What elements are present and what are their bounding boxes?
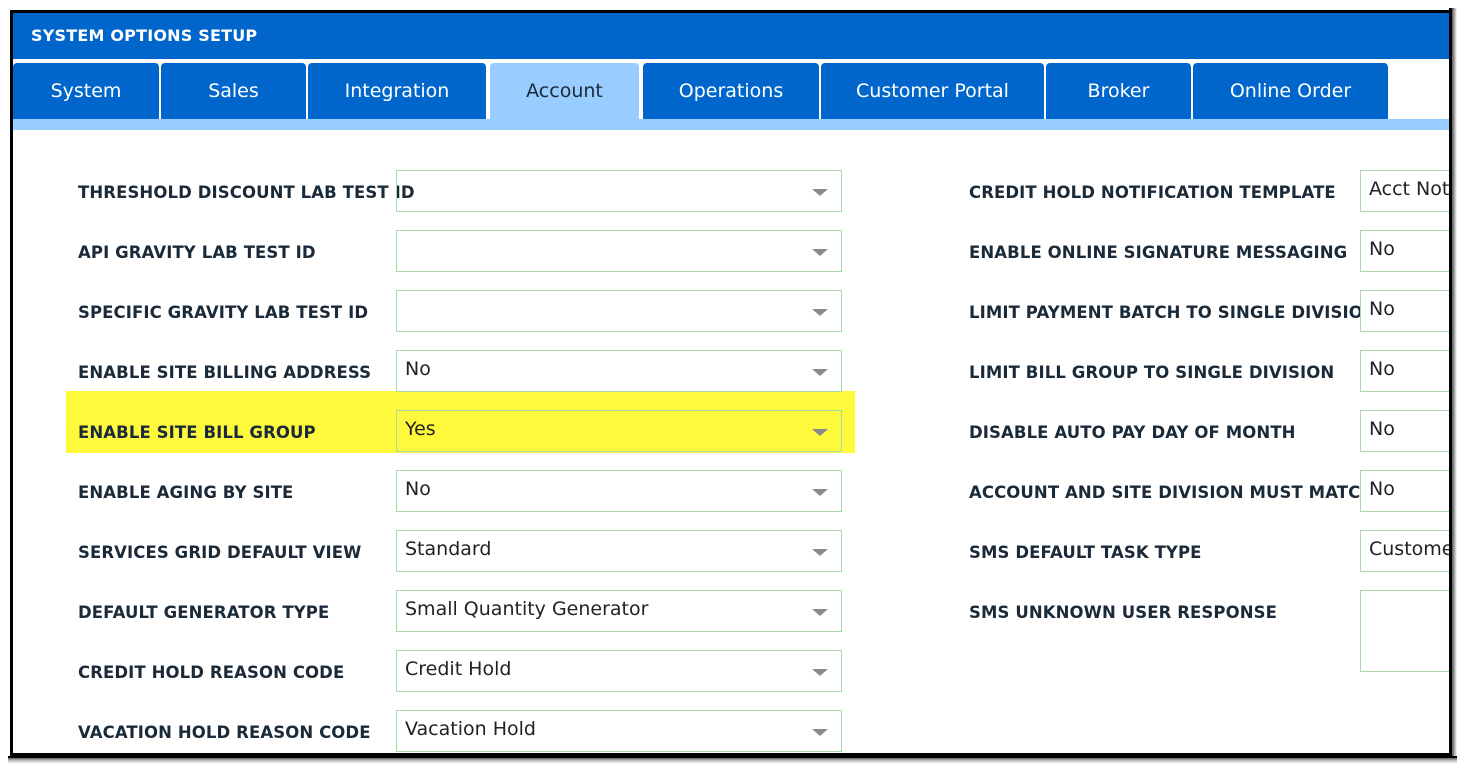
chevron-down-icon	[812, 729, 828, 736]
sms-default-task-type-select[interactable]: Custome	[1360, 530, 1450, 572]
tab-integration[interactable]: Integration	[308, 63, 486, 119]
select-value: Vacation Hold	[405, 718, 536, 740]
chevron-down-icon	[812, 369, 828, 376]
sms-unknown-user-response-textarea[interactable]	[1360, 590, 1450, 672]
tab-underline	[13, 119, 1450, 130]
specific-gravity-lab-test-select[interactable]	[396, 290, 842, 332]
tab-account[interactable]: Account	[490, 63, 639, 119]
credit-hold-notification-template-select[interactable]: Acct Not	[1360, 170, 1450, 212]
chevron-down-icon	[812, 429, 828, 436]
account-options-panel: THRESHOLD DISCOUNT LAB TEST ID API GRAVI…	[13, 130, 1450, 753]
chevron-down-icon	[812, 489, 828, 496]
field-label: ACCOUNT AND SITE DIVISION MUST MATCH	[969, 483, 1375, 502]
system-options-window: SYSTEM OPTIONS SETUP System Sales Integr…	[10, 10, 1450, 756]
select-value: No	[405, 478, 431, 500]
threshold-discount-lab-test-select[interactable]	[396, 170, 842, 212]
select-value: No	[1369, 238, 1395, 260]
services-grid-default-view-select[interactable]: Standard	[396, 530, 842, 572]
field-label: SMS UNKNOWN USER RESPONSE	[969, 603, 1277, 622]
field-label: CREDIT HOLD NOTIFICATION TEMPLATE	[969, 183, 1336, 202]
field-label: ENABLE AGING BY SITE	[78, 483, 294, 502]
field-label: SMS DEFAULT TASK TYPE	[969, 543, 1202, 562]
select-value: No	[1369, 298, 1395, 320]
enable-online-signature-messaging-select[interactable]: No	[1360, 230, 1450, 272]
screenshot-frame: SYSTEM OPTIONS SETUP System Sales Integr…	[0, 0, 1472, 778]
select-value: No	[405, 358, 431, 380]
enable-site-bill-group-select[interactable]: Yes	[396, 410, 842, 452]
api-gravity-lab-test-select[interactable]	[396, 230, 842, 272]
chevron-down-icon	[812, 669, 828, 676]
credit-hold-reason-code-select[interactable]: Credit Hold	[396, 650, 842, 692]
field-label: ENABLE SITE BILL GROUP	[78, 423, 316, 442]
account-site-division-match-select[interactable]: No	[1360, 470, 1450, 512]
tab-online-order[interactable]: Online Order	[1193, 63, 1388, 119]
select-value: Acct Not	[1369, 178, 1450, 200]
field-label: LIMIT PAYMENT BATCH TO SINGLE DIVISION	[969, 303, 1377, 322]
field-label: ENABLE SITE BILLING ADDRESS	[78, 363, 372, 382]
field-label: ENABLE ONLINE SIGNATURE MESSAGING	[969, 243, 1348, 262]
select-value: No	[1369, 358, 1395, 380]
disable-auto-pay-day-select[interactable]: No	[1360, 410, 1450, 452]
field-label: VACATION HOLD REASON CODE	[78, 723, 371, 742]
tab-operations[interactable]: Operations	[643, 63, 819, 119]
field-label: LIMIT BILL GROUP TO SINGLE DIVISION	[969, 363, 1335, 382]
field-label: CREDIT HOLD REASON CODE	[78, 663, 345, 682]
chevron-down-icon	[812, 189, 828, 196]
chevron-down-icon	[812, 609, 828, 616]
chevron-down-icon	[812, 249, 828, 256]
tab-strip: System Sales Integration Account Operati…	[13, 59, 1450, 119]
select-value: No	[1369, 478, 1395, 500]
field-label: DISABLE AUTO PAY DAY OF MONTH	[969, 423, 1296, 442]
field-label: SPECIFIC GRAVITY LAB TEST ID	[78, 303, 369, 322]
field-label: THRESHOLD DISCOUNT LAB TEST ID	[78, 183, 415, 202]
tab-customer-portal[interactable]: Customer Portal	[821, 63, 1044, 119]
limit-payment-batch-select[interactable]: No	[1360, 290, 1450, 332]
tab-broker[interactable]: Broker	[1046, 63, 1191, 119]
select-value: Yes	[405, 418, 436, 440]
page-title: SYSTEM OPTIONS SETUP	[13, 13, 1450, 59]
select-value: No	[1369, 418, 1395, 440]
field-label: DEFAULT GENERATOR TYPE	[78, 603, 330, 622]
vacation-hold-reason-code-select[interactable]: Vacation Hold	[396, 710, 842, 752]
select-value: Small Quantity Generator	[405, 598, 649, 620]
select-value: Credit Hold	[405, 658, 512, 680]
field-label: SERVICES GRID DEFAULT VIEW	[78, 543, 362, 562]
enable-aging-by-site-select[interactable]: No	[396, 470, 842, 512]
select-value: Standard	[405, 538, 492, 560]
enable-site-billing-address-select[interactable]: No	[396, 350, 842, 392]
window-shadow-bottom	[8, 756, 1457, 764]
window-shadow-right	[1449, 8, 1457, 760]
select-value: Custome	[1369, 538, 1450, 560]
chevron-down-icon	[812, 549, 828, 556]
tab-sales[interactable]: Sales	[161, 63, 306, 119]
default-generator-type-select[interactable]: Small Quantity Generator	[396, 590, 842, 632]
tab-system[interactable]: System	[13, 63, 159, 119]
chevron-down-icon	[812, 309, 828, 316]
limit-bill-group-select[interactable]: No	[1360, 350, 1450, 392]
field-label: API GRAVITY LAB TEST ID	[78, 243, 316, 262]
